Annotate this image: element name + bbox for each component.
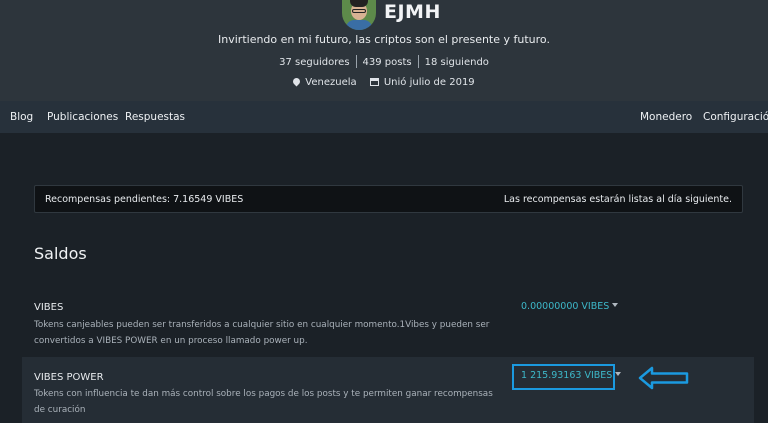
avatar-shirt	[346, 20, 372, 30]
profile-username: EJMH	[384, 1, 441, 23]
avatar-glasses	[352, 9, 366, 13]
calendar-icon	[369, 78, 379, 86]
profile-header: EJMH Invirtiendo en mi futuro, las cript…	[0, 0, 768, 101]
followers-count[interactable]: 37 seguidores	[273, 57, 355, 68]
chevron-down-icon	[615, 372, 622, 376]
avatar-hair	[350, 0, 368, 7]
profile-meta: Venezuela Unió julio de 2019	[0, 76, 768, 88]
pending-rewards-notice: Las recompensas estarán listas al día si…	[503, 194, 732, 205]
profile-navbar: Blog Publicaciones Respuestas Monedero C…	[0, 101, 768, 133]
balance-row-vibes: VIBES Tokens canjeables pueden ser trans…	[22, 292, 754, 354]
nav-configuracion[interactable]: Configuración	[703, 111, 768, 123]
nav-monedero[interactable]: Monedero	[640, 111, 692, 123]
nav-blog[interactable]: Blog	[10, 111, 33, 123]
nav-publicaciones[interactable]: Publicaciones	[47, 111, 118, 123]
chevron-down-icon	[612, 303, 619, 307]
profile-stats: 37 seguidores 439 posts 18 siguiendo	[0, 55, 768, 68]
posts-count: 439 posts	[362, 56, 412, 68]
balance-value-dropdown[interactable]: 0.00000000 VIBES	[521, 301, 619, 312]
join-date-text: Unió julio de 2019	[383, 77, 475, 88]
location: Venezuela	[291, 76, 357, 88]
following-count[interactable]: 18 siguiendo	[419, 57, 495, 68]
pending-rewards-bar: Recompensas pendientes: 7.16549 VIBES La…	[34, 185, 743, 213]
balance-name: VIBES POWER	[34, 372, 104, 383]
balance-value: 0.00000000 VIBES	[521, 301, 610, 312]
location-text: Venezuela	[305, 77, 357, 88]
balances-title: Saldos	[34, 244, 87, 263]
balance-description: Tokens con influencia te dan más control…	[34, 389, 493, 415]
pending-rewards-text: Recompensas pendientes: 7.16549 VIBES	[45, 194, 244, 205]
profile-tagline: Invirtiendo en mi futuro, las criptos so…	[218, 33, 550, 46]
join-date: Unió julio de 2019	[369, 77, 475, 88]
location-pin-icon	[291, 76, 302, 87]
highlight-box	[512, 364, 615, 390]
nav-respuestas[interactable]: Respuestas	[125, 111, 185, 123]
balance-description: Tokens canjeables pueden ser transferido…	[34, 320, 490, 346]
avatar[interactable]	[342, 0, 376, 30]
balance-name: VIBES	[34, 302, 64, 313]
arrow-left-icon	[638, 366, 689, 390]
